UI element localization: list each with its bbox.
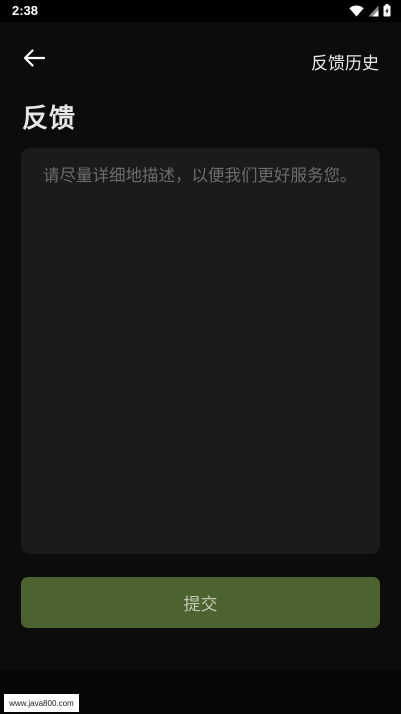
status-bar: 2:38 — [0, 0, 401, 22]
wifi-icon — [349, 2, 364, 21]
status-icons — [349, 2, 391, 21]
feedback-input[interactable] — [43, 163, 358, 539]
feedback-history-link[interactable]: 反馈历史 — [311, 49, 379, 74]
app-bar: 反馈历史 — [0, 22, 401, 98]
submit-button-label: 提交 — [183, 595, 218, 615]
feedback-screen: 2:38 反馈历史 反馈 请尽量详细地描述，以便我们更好服务您。 提交 www.… — [0, 0, 401, 714]
feedback-input-container — [21, 148, 380, 554]
watermark: www.java800.com — [4, 694, 79, 712]
page-title: 反馈 — [22, 104, 77, 134]
battery-icon — [383, 2, 391, 21]
back-button[interactable] — [16, 46, 52, 74]
submit-button[interactable]: 提交 — [21, 577, 380, 628]
status-time: 2:38 — [12, 3, 39, 18]
arrow-left-icon — [23, 49, 46, 71]
signal-icon — [368, 2, 379, 21]
